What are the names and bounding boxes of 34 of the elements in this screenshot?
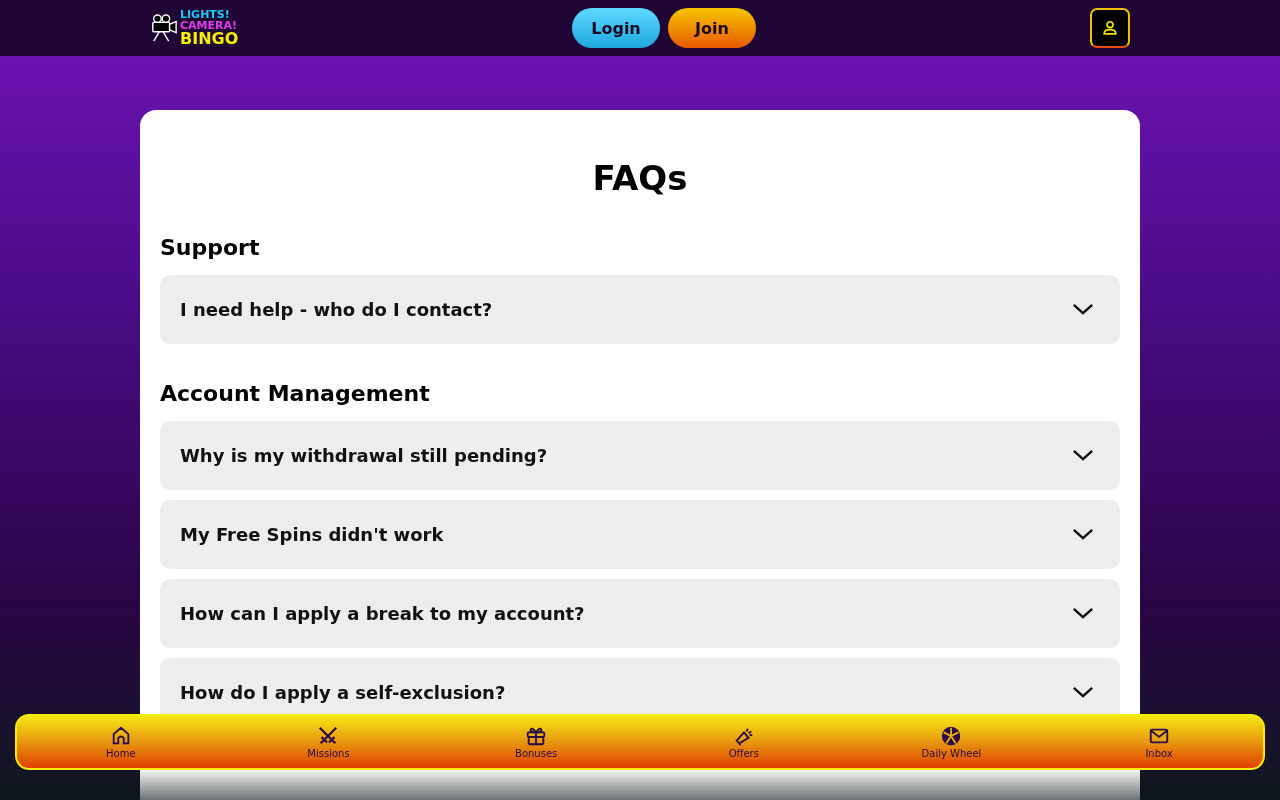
logo-text: BINGO	[180, 31, 239, 47]
nav-item[interactable]: Bonuses	[476, 725, 597, 759]
chevron-icon	[1072, 686, 1094, 699]
camera-icon	[150, 12, 178, 44]
profile-button[interactable]	[1090, 8, 1130, 48]
section-heading: Support	[160, 235, 261, 260]
nav-item[interactable]: Offers	[683, 725, 804, 759]
chevron-icon	[1072, 528, 1094, 541]
wheel-icon	[940, 725, 963, 747]
login-button[interactable]: Login	[572, 8, 660, 48]
question-text: How do I apply a self-exclusion?	[180, 682, 506, 703]
chevron-icon	[1072, 449, 1094, 462]
page-title: FAQs	[591, 158, 689, 198]
faq-item[interactable]: How can I apply a break to my account?	[160, 579, 1120, 648]
gift-icon	[525, 725, 548, 747]
logo-text: LIGHTS!	[180, 9, 231, 20]
user-icon	[1100, 18, 1120, 38]
swords-icon	[317, 725, 340, 747]
question-text: I need help - who do I contact?	[180, 299, 493, 320]
nav-item[interactable]: Missions	[268, 725, 389, 759]
nav-item[interactable]: Daily Wheel	[891, 725, 1012, 759]
question-text: Why is my withdrawal still pending?	[180, 445, 548, 466]
question-text: My Free Spins didn't work	[180, 524, 444, 545]
nav-item[interactable]: Home	[60, 725, 181, 759]
chevron-icon	[1072, 303, 1094, 316]
faq-item[interactable]: My Free Spins didn't work	[160, 500, 1120, 569]
question-text: How can I apply a break to my account?	[180, 603, 585, 624]
faq-item[interactable]: I need help - who do I contact?	[160, 275, 1120, 344]
join-button[interactable]: Join	[668, 8, 756, 48]
section-heading: Account Management	[160, 381, 431, 406]
faq-item[interactable]: Why is my withdrawal still pending?	[160, 421, 1120, 490]
nav-item[interactable]: Inbox	[1099, 725, 1220, 759]
logo-text: CAMERA!	[180, 20, 239, 31]
chevron-icon	[1072, 607, 1094, 620]
